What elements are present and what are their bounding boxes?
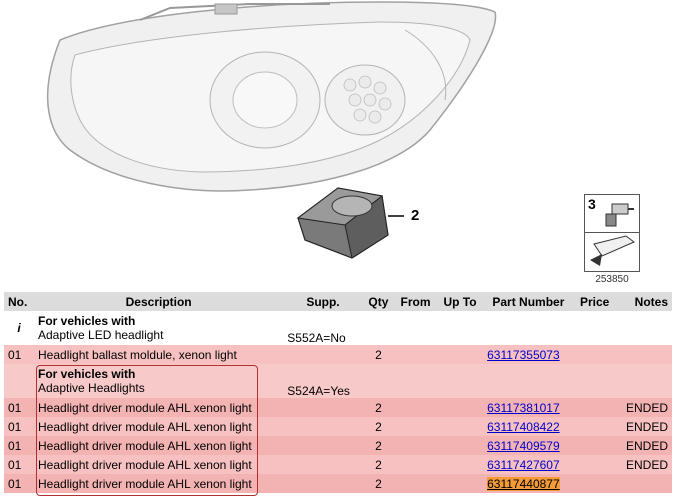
table-row[interactable]: 01 Headlight ballast moldule, xenon ligh…: [4, 345, 672, 364]
col-description: Description: [34, 292, 284, 311]
table-row[interactable]: 01 Headlight driver module AHL xenon lig…: [4, 398, 672, 417]
part-number-link[interactable]: 63117355073: [487, 348, 560, 362]
info-row: i For vehicles with Adaptive LED headlig…: [4, 311, 672, 345]
col-supp: Supp.: [283, 292, 363, 311]
col-part-number: Part Number: [483, 292, 574, 311]
part-number-link[interactable]: 63117427607: [487, 458, 560, 472]
part-number-link[interactable]: 63117408422: [487, 420, 560, 434]
parts-table: No. Description Supp. Qty From Up To Par…: [4, 292, 672, 493]
col-no: No.: [4, 292, 34, 311]
col-notes: Notes: [615, 292, 672, 311]
group-description: For vehicles with Adaptive Headlights: [34, 364, 284, 398]
ref-badge-number: 3: [588, 196, 596, 212]
col-from: From: [394, 292, 437, 311]
col-price: Price: [573, 292, 616, 311]
table-row[interactable]: 01 Headlight driver module AHL xenon lig…: [4, 455, 672, 474]
group-row: For vehicles with Adaptive Headlights S5…: [4, 364, 672, 398]
parts-diagram: [46, 1, 497, 259]
table-row-selected[interactable]: 01 Headlight driver module AHL xenon lig…: [4, 474, 672, 493]
part-number-link-highlighted[interactable]: 63117440877: [487, 476, 560, 491]
info-supp: S552A=No: [283, 311, 363, 345]
part-number-link[interactable]: 63117381017: [487, 401, 560, 415]
ballast-module-illustration: [296, 187, 404, 259]
info-icon: i: [4, 311, 34, 345]
group-supp: S524A=Yes: [283, 364, 363, 398]
table-header-row: No. Description Supp. Qty From Up To Par…: [4, 292, 672, 311]
col-upto: Up To: [436, 292, 484, 311]
info-description: For vehicles with Adaptive LED headlight: [34, 311, 284, 345]
part-number-link[interactable]: 63117409579: [487, 439, 560, 453]
headlight-illustration: [46, 1, 497, 192]
col-qty: Qty: [362, 292, 395, 311]
table-row[interactable]: 01 Headlight driver module AHL xenon lig…: [4, 417, 672, 436]
ref-code: 253850: [595, 274, 629, 285]
table-row[interactable]: 01 Headlight driver module AHL xenon lig…: [4, 436, 672, 455]
callout-label: 2: [411, 207, 420, 224]
